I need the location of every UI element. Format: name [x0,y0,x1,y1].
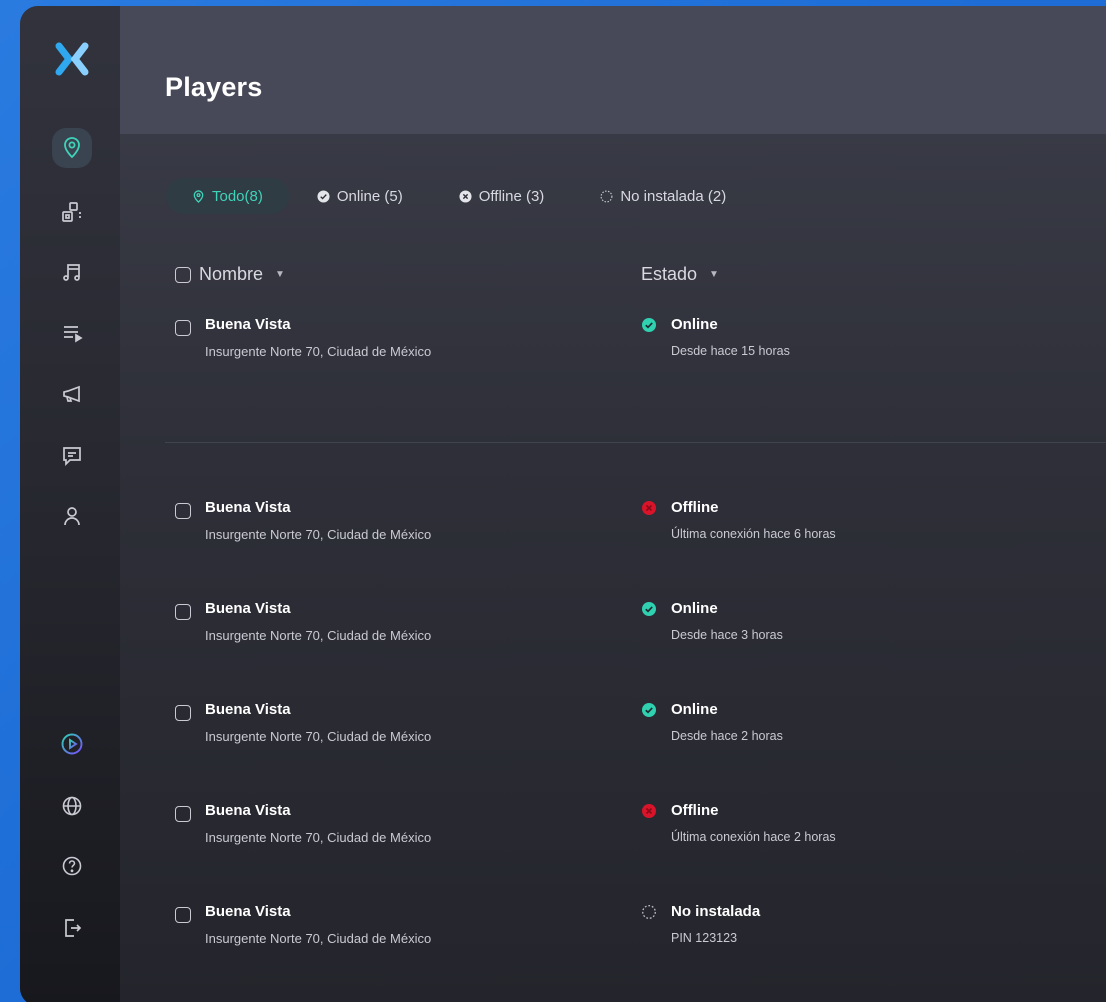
column-label-nombre: Nombre [199,264,264,284]
tab-label: Offline (3) [478,187,545,205]
globe-icon [62,796,82,816]
location-icon [64,137,80,159]
tab-label: Todo(8) [212,187,263,205]
online-status-icon [642,703,656,717]
table-row[interactable]: Buena Vista Insurgente Norte 70, Ciudad … [175,499,1106,559]
row-checkbox[interactable] [175,503,191,519]
row-checkbox[interactable] [175,320,191,336]
sidebar-item-playlists[interactable] [52,313,92,353]
table-row[interactable]: Buena Vista Insurgente Norte 70, Ciudad … [175,316,1106,376]
app-logo [55,42,89,76]
column-label-estado: Estado [641,264,698,284]
column-header-nombre[interactable]: Nombre ▼ [175,264,285,285]
status-label: Online [671,316,718,333]
player-name: Buena Vista [205,802,291,819]
player-name: Buena Vista [205,499,291,516]
sidebar-item-language[interactable] [52,786,92,826]
status-detail: Desde hace 15 horas [671,344,790,358]
row-checkbox[interactable] [175,806,191,822]
sidebar-item-help[interactable] [52,846,92,886]
status-label: Online [671,600,718,617]
status-detail: Desde hace 3 horas [671,628,783,642]
table-row[interactable]: Buena Vista Insurgente Norte 70, Ciudad … [175,802,1106,862]
tab-todo[interactable]: Todo(8) [166,178,289,214]
sidebar-item-locations[interactable] [52,128,92,168]
tab-no-instalada[interactable]: No instalada (2) [572,178,754,214]
play-icon [61,733,83,755]
tab-offline[interactable]: Offline (3) [431,178,573,214]
player-name: Buena Vista [205,600,291,617]
sidebar-item-devices[interactable] [52,192,92,232]
row-checkbox[interactable] [175,705,191,721]
music-icon [63,264,80,281]
player-address: Insurgente Norte 70, Ciudad de México [205,931,432,946]
column-header-estado[interactable]: Estado ▼ [641,264,719,285]
status-label: Offline [671,802,719,819]
tab-label: Online (5) [336,187,403,205]
tab-online[interactable]: Online (5) [289,178,431,214]
sort-caret-icon[interactable]: ▼ [709,269,719,280]
player-address: Insurgente Norte 70, Ciudad de México [205,729,432,744]
not-installed-status-icon [642,905,656,919]
filter-tabs: Todo(8) Online (5) Offline (3) No instal… [166,178,754,214]
status-detail: Última conexión hace 2 horas [671,830,836,844]
player-name: Buena Vista [205,903,291,920]
location-pin-icon [193,189,204,203]
offline-status-icon [642,804,656,818]
offline-status-icon [642,501,656,515]
devices-icon [62,202,81,222]
help-icon [62,856,82,876]
online-status-icon [642,318,656,332]
status-label: No instalada [671,903,761,920]
player-address: Insurgente Norte 70, Ciudad de México [205,830,432,845]
player-address: Insurgente Norte 70, Ciudad de México [205,344,432,359]
sidebar [20,6,120,1002]
sidebar-item-messages[interactable] [52,436,92,476]
main-content: Players Todo(8) Online (5) Offline (3) N… [120,6,1106,1002]
page-header [120,6,1106,134]
status-label: Offline [671,499,719,516]
table-row[interactable]: Buena Vista Insurgente Norte 70, Ciudad … [175,903,1106,963]
sidebar-item-campaigns[interactable] [52,374,92,414]
chat-icon [63,447,81,467]
status-detail: PIN 123123 [671,931,738,945]
row-checkbox[interactable] [175,907,191,923]
sidebar-item-music[interactable] [52,252,92,292]
sidebar-item-logout[interactable] [52,908,92,948]
user-icon [64,507,80,526]
tab-label: No instalada (2) [620,187,727,205]
player-name: Buena Vista [205,701,291,718]
x-circle-icon [459,189,472,203]
sidebar-item-player[interactable] [52,724,92,764]
dashed-circle-icon [600,190,613,202]
table-row[interactable]: Buena Vista Insurgente Norte 70, Ciudad … [175,701,1106,761]
player-address: Insurgente Norte 70, Ciudad de México [205,628,432,643]
player-name: Buena Vista [205,316,291,333]
app-window: Players Todo(8) Online (5) Offline (3) N… [20,6,1106,1002]
row-checkbox[interactable] [175,604,191,620]
playlist-icon [64,326,83,343]
logout-icon [65,919,82,937]
sidebar-item-users[interactable] [52,496,92,536]
sort-caret-icon[interactable]: ▼ [275,269,285,280]
status-detail: Última conexión hace 6 horas [671,527,836,541]
table-row[interactable]: Buena Vista Insurgente Norte 70, Ciudad … [175,600,1106,660]
status-detail: Desde hace 2 horas [671,729,783,743]
online-status-icon [642,602,656,616]
megaphone-icon [63,385,80,403]
select-all-checkbox[interactable] [175,266,191,283]
page-title: Players [165,72,263,102]
check-circle-icon [317,189,330,203]
status-label: Online [671,701,718,718]
divider [165,442,1106,443]
player-address: Insurgente Norte 70, Ciudad de México [205,527,432,542]
